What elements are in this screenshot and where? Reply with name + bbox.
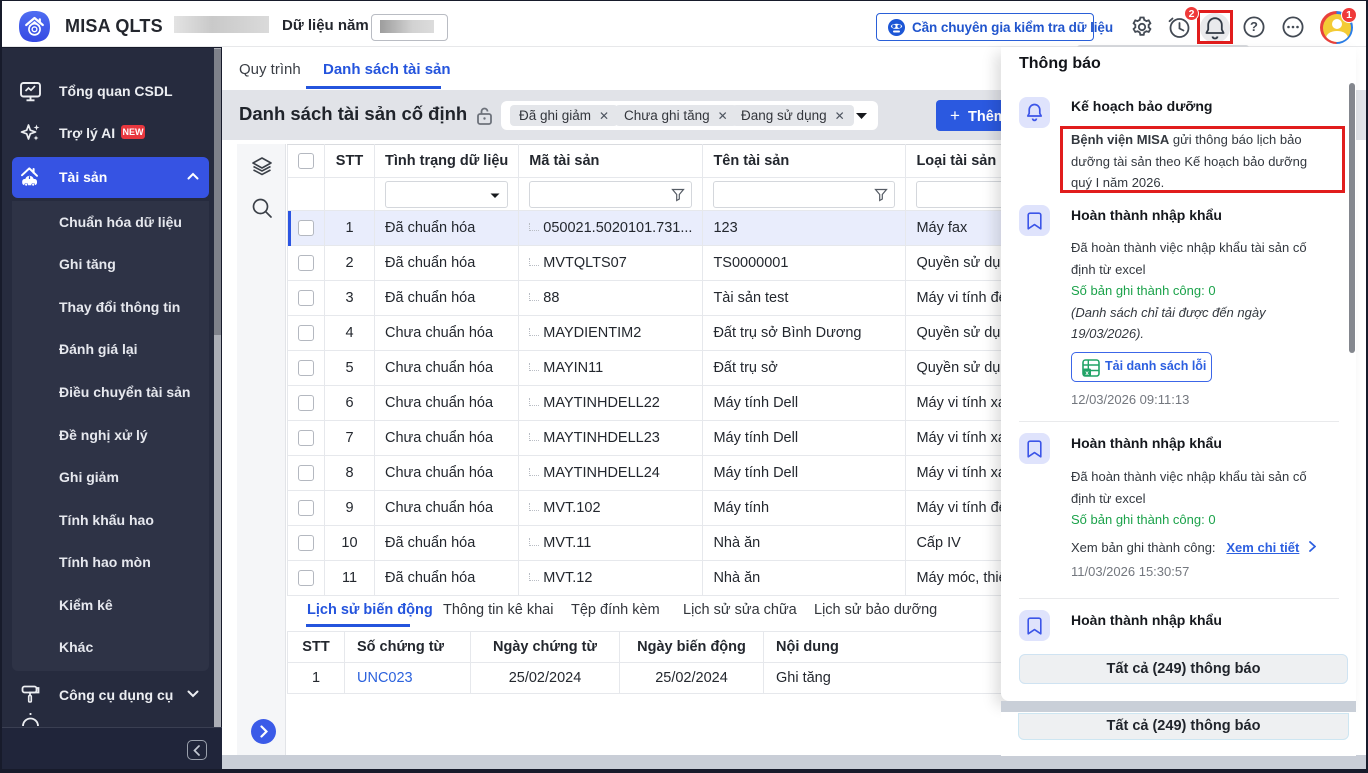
- svg-text:x: x: [1085, 370, 1089, 377]
